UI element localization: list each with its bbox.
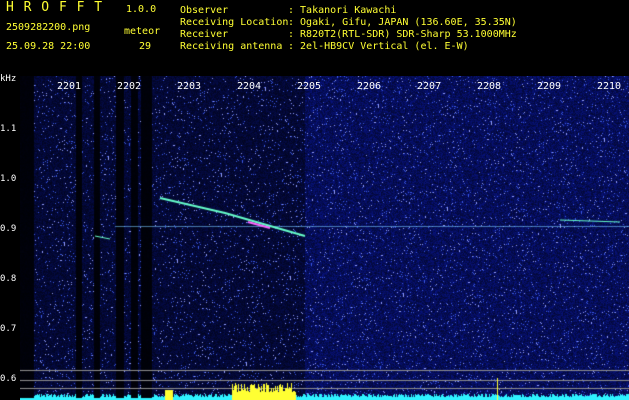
app-title: H R O F F T bbox=[6, 0, 104, 15]
y-axis: kHz 1.1 1.0 0.9 0.8 0.7 0.6 bbox=[0, 72, 20, 400]
x-tick-2201: 2201 bbox=[57, 81, 82, 92]
x-tick-2209: 2209 bbox=[537, 81, 562, 92]
meteor-label: meteor bbox=[124, 26, 161, 37]
filename-label: 2509282200.png bbox=[6, 22, 91, 33]
x-tick-2206: 2206 bbox=[357, 81, 382, 92]
datetime-label: 25.09.28 22:00 bbox=[6, 41, 91, 52]
info-label-antenna: Receiving antenna bbox=[180, 41, 283, 52]
info-label-observer: Observer bbox=[180, 5, 229, 16]
info-label-receiver: Receiver bbox=[180, 29, 229, 40]
y-tick-0-9: 0.9 bbox=[0, 224, 17, 234]
x-tick-2202: 2202 bbox=[117, 81, 142, 92]
x-tick-2210: 2210 bbox=[597, 81, 622, 92]
x-tick-2204: 2204 bbox=[237, 81, 262, 92]
y-tick-1-1: 1.1 bbox=[0, 124, 17, 134]
y-tick-1-0: 1.0 bbox=[0, 174, 17, 184]
info-value-receiver: : R820T2(RTL-SDR) SDR-Sharp 53.1000MHz bbox=[288, 29, 517, 40]
info-value-antenna: : 2el-HB9CV Vertical (el. E-W) bbox=[288, 41, 469, 52]
spectrogram-canvas bbox=[20, 76, 629, 400]
header-panel: H R O F F T 1.0.0 2509282200.png meteor … bbox=[0, 0, 629, 72]
app-version: 1.0.0 bbox=[126, 4, 157, 15]
info-value-observer: : Takanori Kawachi bbox=[288, 5, 397, 16]
y-tick-0-8: 0.8 bbox=[0, 274, 17, 284]
x-tick-2208: 2208 bbox=[477, 81, 502, 92]
x-tick-2207: 2207 bbox=[417, 81, 442, 92]
x-tick-2205: 2205 bbox=[297, 81, 322, 92]
info-value-location: : Ogaki, Gifu, JAPAN (136.60E, 35.35N) bbox=[288, 17, 517, 28]
x-tick-2203: 2203 bbox=[177, 81, 202, 92]
y-tick-0-6: 0.6 bbox=[0, 374, 17, 384]
spectrogram-panel bbox=[20, 76, 629, 400]
y-axis-unit: kHz bbox=[0, 74, 17, 84]
info-label-location: Receiving Location bbox=[180, 17, 289, 28]
meteor-count: 29 bbox=[139, 41, 152, 52]
y-tick-0-7: 0.7 bbox=[0, 324, 17, 334]
